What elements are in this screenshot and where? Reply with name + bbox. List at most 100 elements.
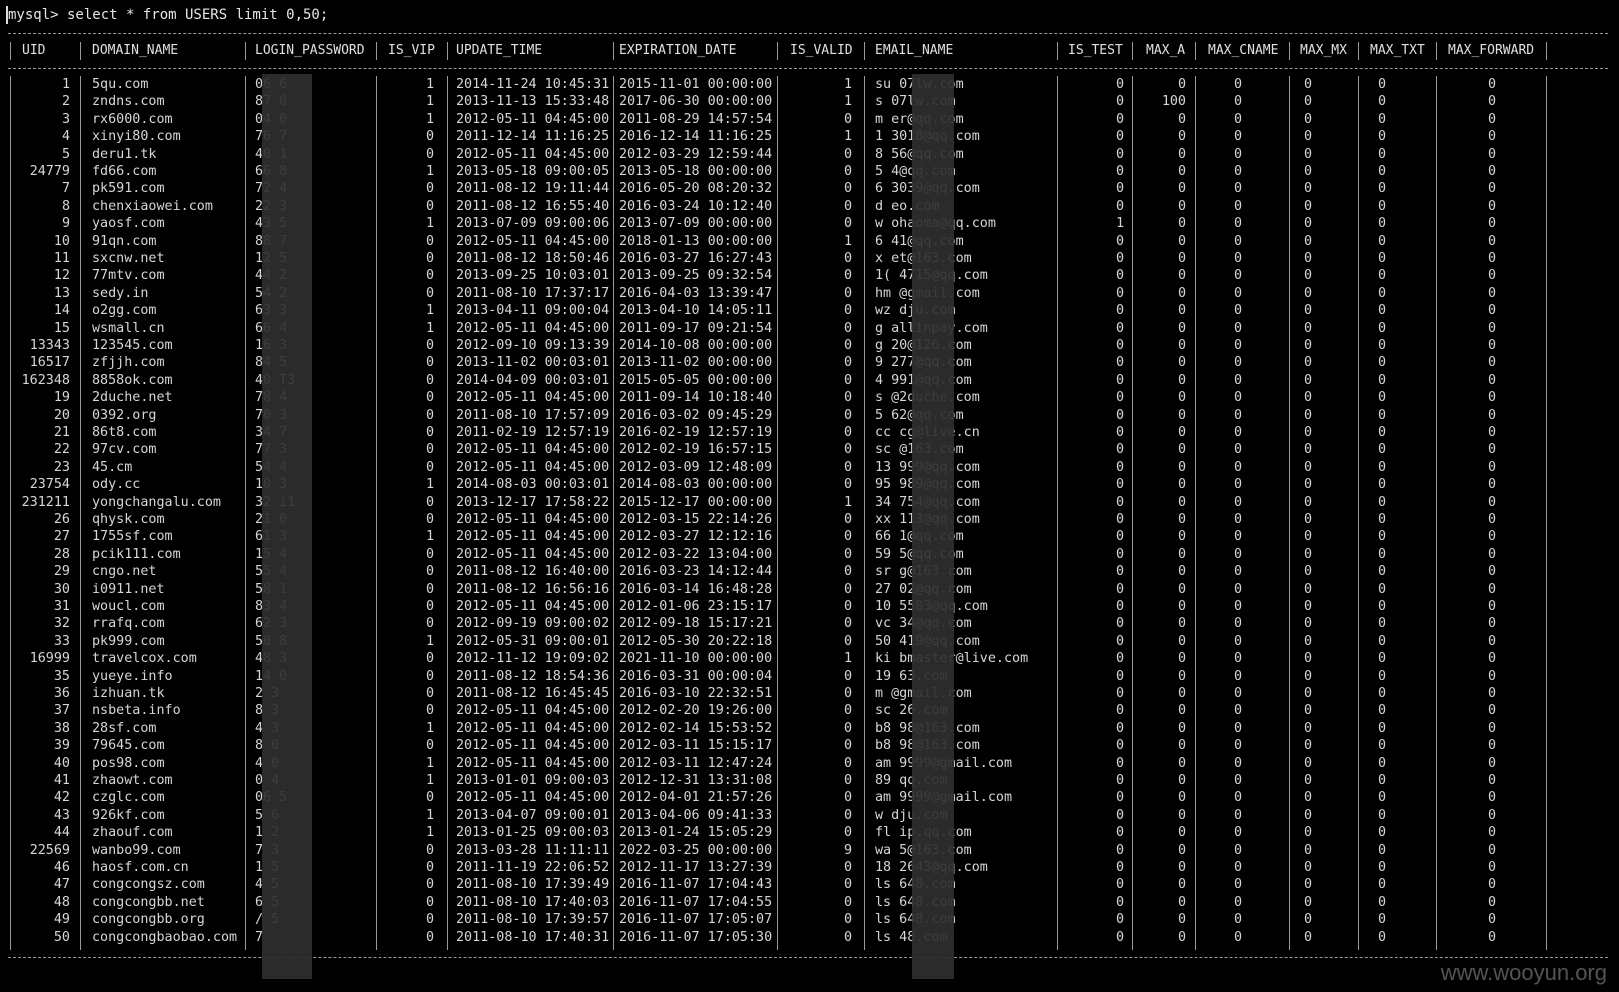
- table-cell: 0: [1115, 129, 1124, 145]
- table-cell: 0: [1177, 773, 1186, 788]
- table-cell: 23754: [29, 477, 70, 493]
- table-cell: 0: [1487, 94, 1496, 110]
- table-cell: 2012-05-11 04:45:00: [456, 233, 610, 249]
- table-cell: 0: [425, 929, 434, 945]
- table-cell: 0: [1115, 251, 1124, 266]
- table-cell: 0: [1303, 581, 1312, 597]
- table-cell: 0: [843, 529, 852, 545]
- table-cell: 0: [1303, 633, 1312, 649]
- table-cell: 2011-08-12 18:54:36: [456, 668, 610, 684]
- table-cell: 1: [425, 825, 434, 841]
- table-cell: 0: [1303, 181, 1312, 197]
- table-cell: 0: [425, 459, 434, 475]
- table-cell: 0: [1487, 285, 1496, 301]
- table-cell: 0: [1177, 755, 1186, 771]
- table-cell: 0: [1115, 929, 1124, 945]
- table-cell: ls 648.com: [875, 912, 956, 928]
- table-cell: 2013-04-07 09:00:01: [456, 807, 610, 823]
- table-cell: 0: [1177, 894, 1186, 910]
- table-cell: 0: [1233, 477, 1242, 493]
- table-cell: 2013-03-28 11:11:11: [456, 842, 610, 858]
- table-cell: 0: [1177, 442, 1186, 458]
- table-cell: 0: [1177, 616, 1186, 632]
- table-cell: 0: [1115, 790, 1124, 806]
- table-cell: 0: [425, 372, 434, 388]
- column-divider: [80, 76, 81, 950]
- table-cell: 0: [1303, 459, 1312, 475]
- table-cell: 29: [53, 564, 70, 580]
- table-row: 49congcongbb.org/ 502011-08-10 17:39:572…: [0, 911, 1619, 929]
- table-cell: 2015-05-05 00:00:00: [619, 372, 773, 388]
- table-cell: 0: [425, 616, 434, 632]
- table-header: UID DOMAIN_NAME LOGIN_PASSWORD IS_VIP UPDATE…: [0, 40, 1619, 62]
- table-cell: 0: [1177, 494, 1186, 510]
- table-cell: sedy.in: [92, 285, 149, 301]
- table-cell: 0: [1177, 860, 1186, 875]
- table-cell: nsbeta.info: [92, 703, 181, 719]
- table-cell: am 9999@gmail.com: [875, 790, 1013, 806]
- table-cell: 2012-02-20 19:26:00: [619, 703, 773, 719]
- table-cell: wsmall.cn: [92, 320, 165, 336]
- table-cell: 22: [53, 442, 70, 458]
- table-cell: 0: [425, 251, 434, 266]
- table-cell: 0: [1233, 773, 1242, 788]
- table-cell: 0: [1233, 251, 1242, 266]
- table-cell: 0: [1487, 929, 1496, 945]
- table-row: 2186t8.com34 702011-02-19 12:57:192016-0…: [0, 424, 1619, 442]
- table-cell: 2015-12-17 00:00:00: [619, 494, 773, 510]
- table-cell: 0: [1233, 268, 1242, 284]
- table-cell: 0: [1303, 77, 1312, 92]
- table-cell: 0: [1487, 720, 1496, 736]
- table-cell: 0: [1303, 546, 1312, 562]
- table-cell: 2012-05-11 04:45:00: [456, 720, 610, 736]
- table-cell: 1: [843, 651, 852, 667]
- table-cell: 15: [53, 320, 70, 336]
- table-cell: 1: [425, 529, 434, 545]
- table-cell: 0: [1233, 494, 1242, 510]
- table-cell: 0: [1115, 459, 1124, 475]
- table-cell: 0: [1487, 860, 1496, 875]
- table-cell: izhuan.tk: [92, 686, 165, 701]
- table-cell: 2011-08-12 16:45:45: [456, 686, 610, 701]
- table-cell: 13: [53, 285, 70, 301]
- table-cell: 5 4@qq.com: [875, 164, 956, 179]
- table-cell: 0: [1115, 877, 1124, 893]
- table-cell: 0: [1487, 181, 1496, 197]
- table-cell: 2016-03-27 16:27:43: [619, 251, 773, 266]
- table-cell: 9: [843, 842, 852, 858]
- table-cell: 0: [1177, 546, 1186, 562]
- table-cell: 0: [843, 442, 852, 458]
- table-cell: 27: [53, 529, 70, 545]
- column-divider: [447, 42, 448, 60]
- table-cell: 2012-05-11 04:45:00: [456, 320, 610, 336]
- table-cell: congcongsz.com: [92, 877, 205, 893]
- table-cell: 13343: [29, 338, 70, 353]
- table-cell: 2013-07-09 09:00:06: [456, 216, 610, 232]
- table-cell: 0: [1303, 320, 1312, 336]
- table-row: 271755sf.com61 312012-05-11 04:45:002012…: [0, 528, 1619, 546]
- table-cell: 0: [1177, 216, 1186, 232]
- table-cell: 0: [1487, 668, 1496, 684]
- table-cell: rx6000.com: [92, 111, 173, 127]
- table-cell: 0: [1487, 442, 1496, 458]
- column-header: MAX_CNAME: [1208, 43, 1279, 58]
- terminal-window[interactable]: mysql> select * from USERS limit 0,50; U…: [0, 0, 1619, 992]
- table-cell: 2012-03-29 12:59:44: [619, 146, 773, 162]
- table-cell: 0: [1115, 860, 1124, 875]
- table-cell: 43: [53, 807, 70, 823]
- table-cell: 0: [1487, 477, 1496, 493]
- table-cell: 0: [1303, 686, 1312, 701]
- table-row: 48congcongbb.net6 502011-08-10 17:40:032…: [0, 894, 1619, 912]
- table-cell: 48: [53, 894, 70, 910]
- column-divider: [777, 42, 778, 60]
- table-cell: 0: [425, 129, 434, 145]
- table-cell: 0: [1487, 651, 1496, 667]
- table-cell: 0: [1233, 929, 1242, 945]
- table-cell: 0: [1487, 146, 1496, 162]
- table-row: 4xinyi80.com76 702011-12-14 11:16:252016…: [0, 128, 1619, 146]
- table-cell: 0: [1303, 738, 1312, 754]
- table-cell: 0: [1303, 94, 1312, 110]
- table-cell: 10: [53, 233, 70, 249]
- table-cell: 0: [843, 477, 852, 493]
- table-cell: 0: [843, 564, 852, 580]
